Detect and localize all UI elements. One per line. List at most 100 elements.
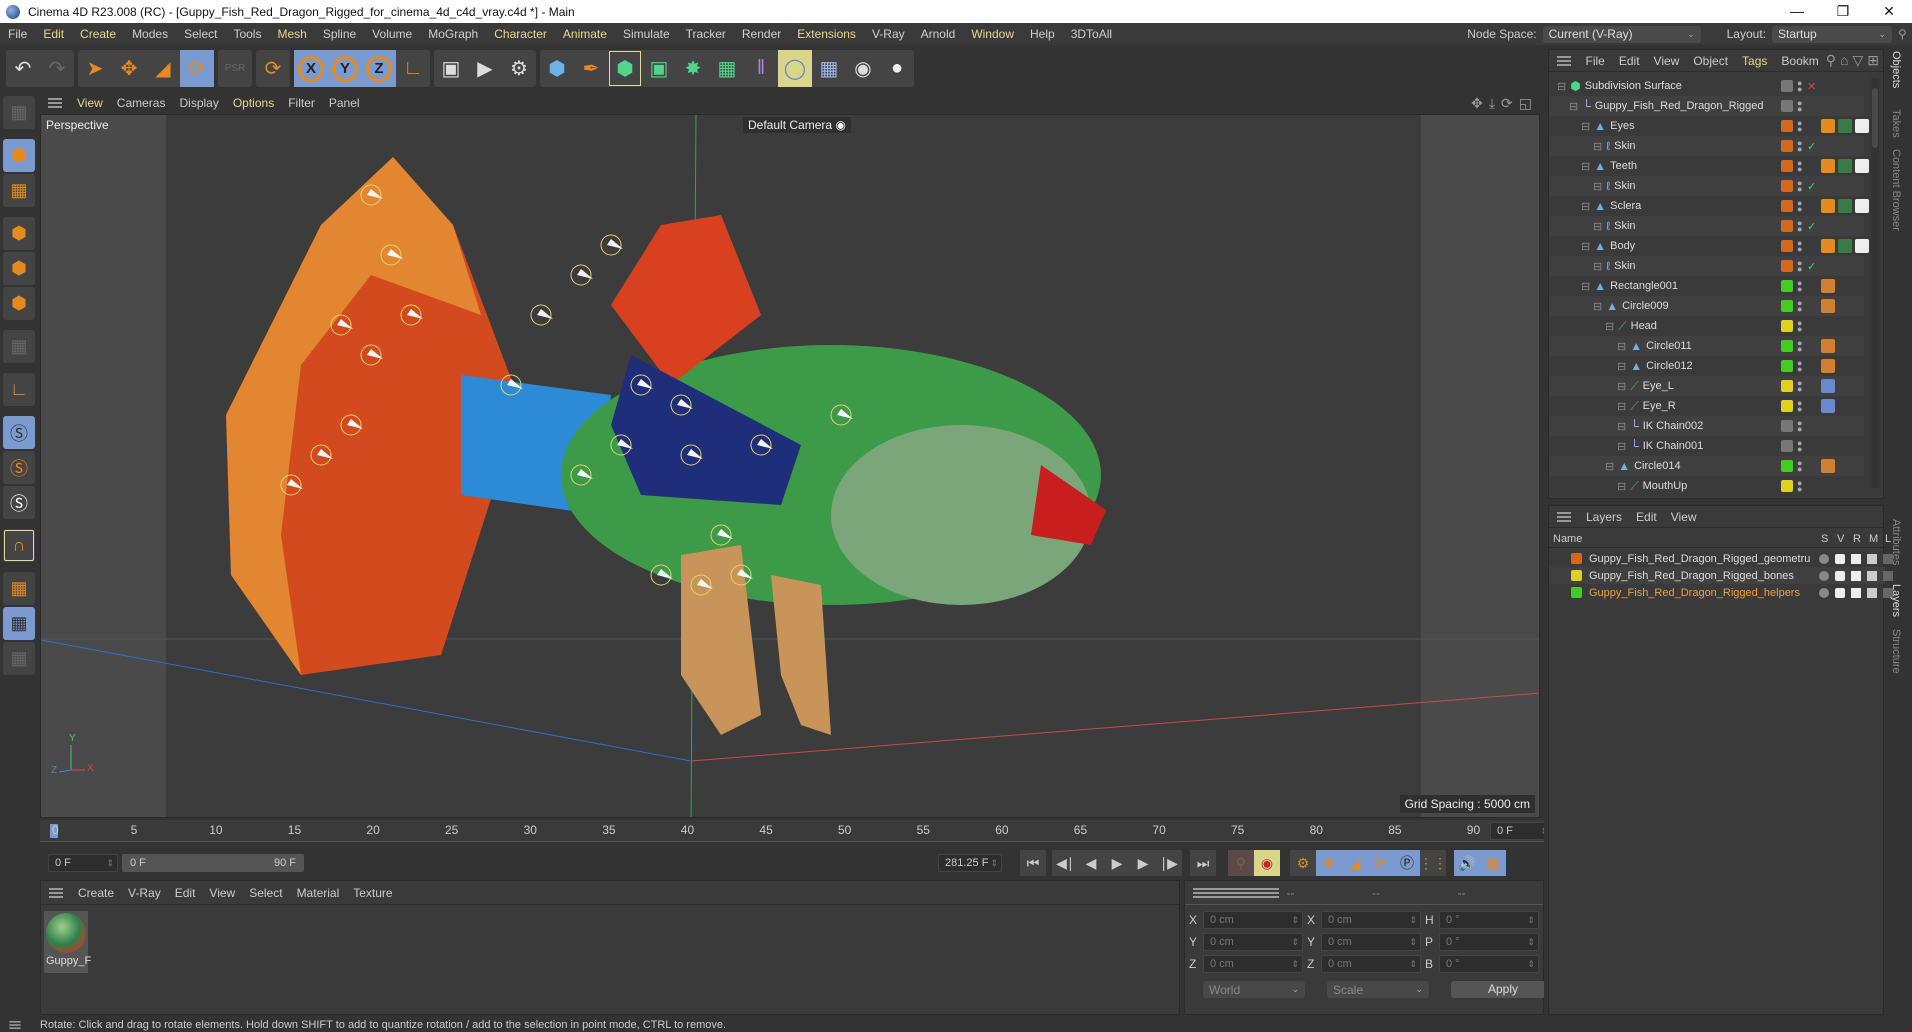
extrude-button[interactable]: ▣ <box>642 50 676 87</box>
menu-create[interactable]: Create <box>72 27 124 41</box>
object-row[interactable]: ⊟ └ Guppy_Fish_Red_Dragon_Rigged ● ● <box>1549 96 1864 116</box>
hamburger-icon[interactable] <box>9 1021 21 1029</box>
psr-lock-button[interactable]: PSR <box>218 50 252 87</box>
menu-v-ray[interactable]: V-Ray <box>864 27 913 41</box>
visibility-dots-icon[interactable]: ● ● <box>1797 319 1802 334</box>
record-scale-button[interactable]: ◢ <box>1342 850 1368 876</box>
planar-workplane-button[interactable]: ▦ <box>3 642 35 675</box>
maximize-view-icon[interactable]: ◱ <box>1519 95 1532 112</box>
menu-3dtoall[interactable]: 3DToAll <box>1063 27 1120 41</box>
z-axis-lock-button[interactable]: Z <box>362 50 396 87</box>
layer-color-swatch[interactable] <box>1781 80 1793 92</box>
enabled-check-icon[interactable]: ✓ <box>1807 180 1816 193</box>
menu-tools[interactable]: Tools <box>225 27 269 41</box>
solo-toggle-icon[interactable] <box>1819 553 1829 564</box>
live-selection-button[interactable]: ➤ <box>78 50 112 87</box>
visibility-dots-icon[interactable]: ● ● <box>1797 179 1802 194</box>
coordinate-space-dropdown[interactable]: World ⌄ <box>1203 981 1305 998</box>
object-menu-object[interactable]: Object <box>1686 54 1735 68</box>
visibility-dots-icon[interactable]: ● ● <box>1797 459 1802 474</box>
uv-checker-tag-icon[interactable] <box>1855 239 1869 253</box>
layer-name[interactable]: Guppy_Fish_Red_Dragon_Rigged_bones <box>1589 570 1794 582</box>
object-row[interactable]: ⊟ ▲ Eyes ● ● <box>1549 116 1869 136</box>
render-toggle-icon[interactable] <box>1851 570 1861 581</box>
solo-toggle-icon[interactable] <box>1819 570 1829 581</box>
object-row[interactable]: ⊟ ℓ Skin ● ● ✓ <box>1549 176 1864 196</box>
layer-color-swatch[interactable] <box>1781 220 1793 232</box>
layer-color-swatch[interactable] <box>1781 360 1793 372</box>
hamburger-icon[interactable] <box>49 887 63 898</box>
material-menu-edit[interactable]: Edit <box>168 886 203 900</box>
material-menu-texture[interactable]: Texture <box>346 886 399 900</box>
record-point-level-button[interactable]: ⋮⋮ <box>1419 850 1447 876</box>
expand-toggle-icon[interactable]: ⊟ <box>1569 100 1578 113</box>
object-row[interactable]: ⊟ ⬢ Subdivision Surface ● ● ✕ <box>1549 76 1864 96</box>
layer-row[interactable]: Guppy_Fish_Red_Dragon_Rigged_helpers <box>1549 584 1893 601</box>
expand-toggle-icon[interactable]: ⊟ <box>1605 320 1614 333</box>
visibility-dots-icon[interactable]: ● ● <box>1797 399 1802 414</box>
layer-color-swatch[interactable] <box>1781 460 1793 472</box>
restore-button[interactable]: ❐ <box>1820 0 1866 23</box>
layer-color-swatch[interactable] <box>1781 420 1793 432</box>
zoom-view-icon[interactable]: ⤓ <box>1489 95 1495 112</box>
tab-content-browser[interactable]: Content Browser <box>1890 149 1902 231</box>
object-row[interactable]: ⊟ ▲ Rectangle001 ● ● <box>1549 276 1864 296</box>
visibility-dots-icon[interactable]: ● ● <box>1797 419 1802 434</box>
tab-structure[interactable]: Structure <box>1890 629 1902 674</box>
visibility-dots-icon[interactable]: ● ● <box>1797 299 1802 314</box>
layer-color-swatch[interactable] <box>1781 260 1793 272</box>
visible-eye-icon[interactable] <box>1835 553 1845 564</box>
object-row[interactable]: ⊟ ℓ Skin ● ● ✓ <box>1549 216 1864 236</box>
scale-button[interactable]: ◢ <box>146 50 180 87</box>
next-key-button[interactable]: ∣▶ <box>1156 850 1182 876</box>
material-menu-v-ray[interactable]: V-Ray <box>121 886 168 900</box>
hamburger-icon[interactable] <box>1557 511 1571 522</box>
camera-button[interactable]: ◉ <box>846 50 880 87</box>
object-menu-tags[interactable]: Tags <box>1735 54 1774 68</box>
keyframe-selection-button[interactable]: ⚙ <box>1290 850 1316 876</box>
menu-spline[interactable]: Spline <box>315 27 364 41</box>
search-icon[interactable]: ⚲ <box>1898 27 1912 41</box>
coordinate-z-field[interactable]: 0 cm ⇕ <box>1321 955 1421 973</box>
move-view-icon[interactable]: ✥ <box>1471 95 1483 112</box>
x-axis-lock-button[interactable]: X <box>294 50 328 87</box>
enabled-check-icon[interactable]: ✓ <box>1807 140 1816 153</box>
object-row[interactable]: ⊟ ℓ Skin ● ● ✓ <box>1549 256 1864 276</box>
expand-toggle-icon[interactable]: ⊟ <box>1593 140 1602 153</box>
timeline-ruler[interactable]: 0 5 10 15 20 25 30 35 40 45 50 55 60 65 70 75 80 85 90 0 F… <box>40 820 1552 842</box>
object-menu-bookm[interactable]: Bookm <box>1774 54 1825 68</box>
frame-range-slider[interactable]: 0 F 90 F <box>122 854 304 872</box>
object-row[interactable]: ⊟ ⟋ Head ● ● <box>1549 316 1864 336</box>
visibility-dots-icon[interactable]: ● ● <box>1797 479 1802 493</box>
coordinate-y-field[interactable]: 0 cm ⇕ <box>1321 933 1421 951</box>
next-frame-button[interactable]: ▶ <box>1130 850 1156 876</box>
material-tag-icon[interactable] <box>1838 159 1852 173</box>
solo-button[interactable]: Ⓢ <box>3 451 35 484</box>
layer-color-swatch[interactable] <box>1781 200 1793 212</box>
visible-eye-icon[interactable] <box>1835 570 1845 581</box>
manager-toggle-icon[interactable] <box>1867 553 1877 564</box>
workplane-button[interactable]: ▦ <box>3 572 35 605</box>
layer-color-swatch[interactable] <box>1781 320 1793 332</box>
texture-mode-button[interactable]: ▦ <box>3 174 35 207</box>
menu-character[interactable]: Character <box>486 27 555 41</box>
manager-toggle-icon[interactable] <box>1867 587 1877 598</box>
expand-toggle-icon[interactable]: ⊟ <box>1605 460 1614 473</box>
visibility-dots-icon[interactable]: ● ● <box>1797 379 1802 394</box>
layer-color-swatch[interactable] <box>1781 140 1793 152</box>
layer-color-swatch[interactable] <box>1571 570 1582 581</box>
xpresso-tag-icon[interactable] <box>1821 459 1835 473</box>
expand-toggle-icon[interactable]: ⊟ <box>1617 440 1626 453</box>
filter-icon[interactable]: ▽ <box>1852 52 1863 69</box>
menu-volume[interactable]: Volume <box>364 27 420 41</box>
sound-button[interactable]: 🔊 <box>1454 850 1480 876</box>
material-menu-material[interactable]: Material <box>290 886 347 900</box>
coordinate-system-button[interactable]: ∟ <box>396 50 430 87</box>
material-tag-icon[interactable] <box>1838 239 1852 253</box>
layer-color-swatch[interactable] <box>1781 480 1793 492</box>
layer-color-swatch[interactable] <box>1781 380 1793 392</box>
autokey-button[interactable]: ⚲ <box>1228 850 1254 876</box>
visibility-dots-icon[interactable]: ● ● <box>1797 119 1802 134</box>
object-row[interactable]: ⊟ ▲ Circle014 ● ● <box>1549 456 1864 476</box>
menu-mesh[interactable]: Mesh <box>269 27 314 41</box>
